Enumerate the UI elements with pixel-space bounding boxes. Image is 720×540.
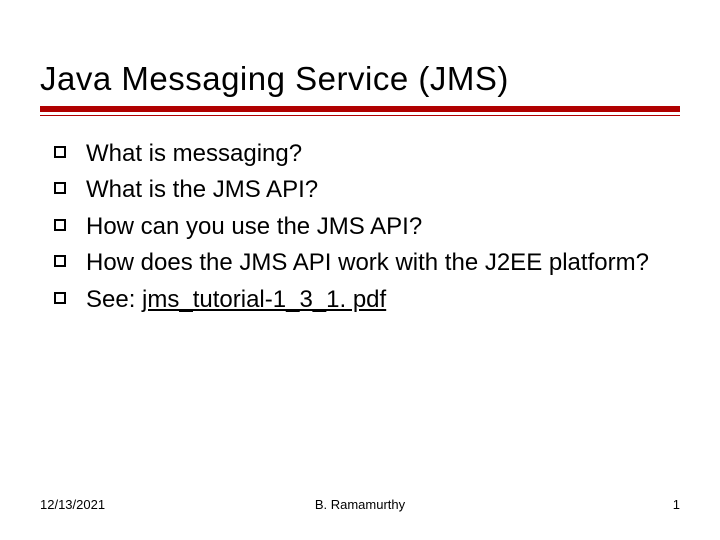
square-bullet-icon (54, 146, 66, 158)
slide: Java Messaging Service (JMS) What is mes… (0, 0, 720, 540)
slide-title: Java Messaging Service (JMS) (40, 60, 680, 98)
list-item: What is the JMS API? (54, 174, 680, 206)
square-bullet-icon (54, 219, 66, 231)
footer-page: 1 (673, 497, 680, 512)
title-rule-thin (40, 115, 680, 116)
list-item: See: jms_tutorial-1_3_1. pdf (54, 284, 680, 316)
square-bullet-icon (54, 292, 66, 304)
square-bullet-icon (54, 182, 66, 194)
see-prefix: See: (86, 286, 142, 313)
list-item-text: How can you use the JMS API? (86, 211, 422, 243)
footer-author: B. Ramamurthy (40, 497, 680, 512)
list-item-text: What is the JMS API? (86, 174, 318, 206)
list-item-text: How does the JMS API work with the J2EE … (86, 247, 649, 279)
title-rule-thick (40, 106, 680, 112)
list-item: How can you use the JMS API? (54, 211, 680, 243)
square-bullet-icon (54, 255, 66, 267)
list-item: How does the JMS API work with the J2EE … (54, 247, 680, 279)
pdf-link[interactable]: jms_tutorial-1_3_1. pdf (142, 286, 386, 313)
list-item: What is messaging? (54, 138, 680, 170)
footer-date: 12/13/2021 (40, 497, 105, 512)
bullet-list: What is messaging? What is the JMS API? … (40, 138, 680, 316)
footer: 12/13/2021 B. Ramamurthy 1 (40, 497, 680, 512)
list-item-text: What is messaging? (86, 138, 302, 170)
list-item-text: See: jms_tutorial-1_3_1. pdf (86, 284, 386, 316)
